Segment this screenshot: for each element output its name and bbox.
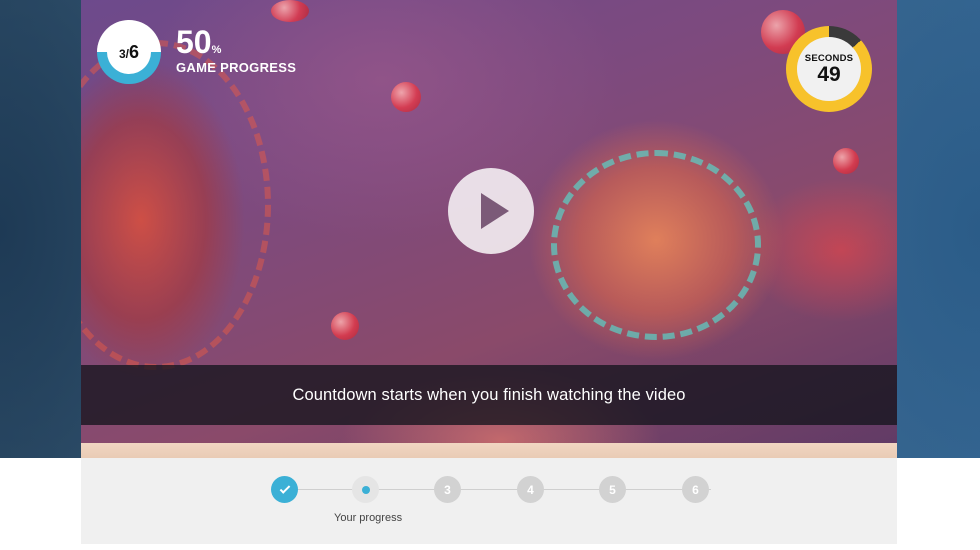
blood-cell-image bbox=[271, 0, 309, 22]
video-caption-bar: Countdown starts when you finish watchin… bbox=[81, 365, 897, 425]
step-5[interactable]: 5 bbox=[599, 476, 626, 503]
step-2[interactable] bbox=[352, 476, 379, 503]
play-icon bbox=[480, 193, 509, 229]
virus-illustration bbox=[551, 150, 761, 340]
blood-cell-image bbox=[833, 148, 859, 174]
progress-unit: % bbox=[211, 44, 222, 56]
play-button[interactable] bbox=[448, 168, 534, 254]
level-current: 3 bbox=[118, 47, 126, 61]
timer-label: SECONDS bbox=[804, 52, 854, 64]
video-bottom-strip bbox=[81, 443, 897, 458]
step-3[interactable]: 3 bbox=[434, 476, 461, 503]
progress-caption: Your progress bbox=[334, 512, 403, 524]
progress-footer: 3 4 5 6 Your progress bbox=[81, 458, 897, 544]
blood-cell-image bbox=[391, 82, 421, 112]
video-caption: Countdown starts when you finish watchin… bbox=[292, 385, 686, 404]
level-total: 6 bbox=[129, 41, 140, 62]
progress-value: 50 bbox=[176, 24, 212, 60]
step-6[interactable]: 6 bbox=[682, 476, 709, 503]
countdown-timer: SECONDS 49 bbox=[786, 26, 872, 112]
level-badge: 3 / 6 bbox=[97, 20, 161, 84]
game-progress: 50% GAME PROGRESS bbox=[176, 26, 296, 75]
stepper-track bbox=[284, 489, 711, 490]
step-1[interactable] bbox=[271, 476, 298, 503]
step-4[interactable]: 4 bbox=[517, 476, 544, 503]
current-step-dot-icon bbox=[361, 485, 370, 494]
cell-illustration bbox=[81, 40, 271, 370]
check-icon bbox=[279, 483, 290, 494]
progress-label: GAME PROGRESS bbox=[176, 60, 297, 75]
timer-value: 49 bbox=[817, 62, 841, 86]
blood-cell-image bbox=[331, 312, 359, 340]
